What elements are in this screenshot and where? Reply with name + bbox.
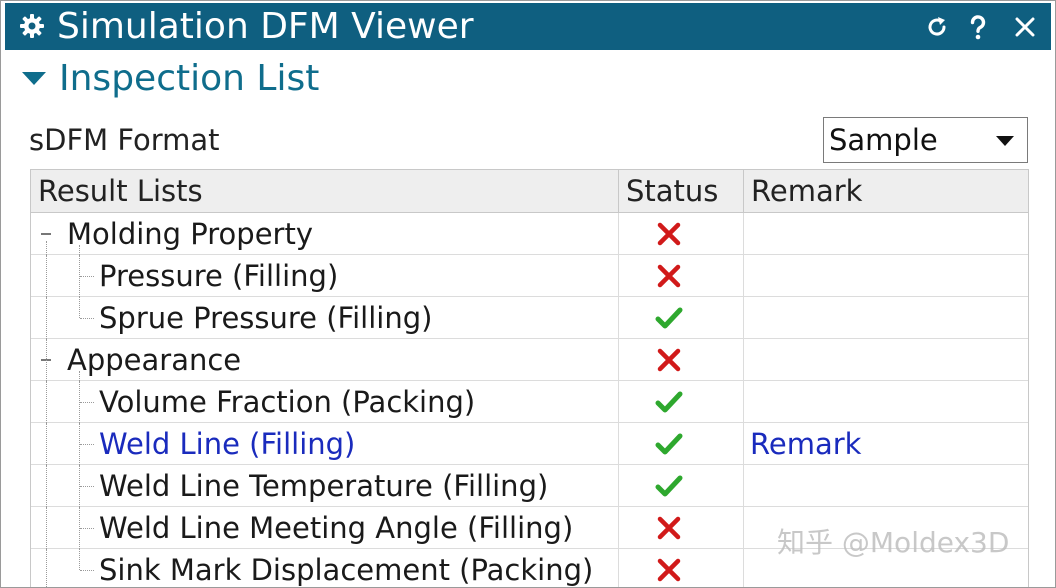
remark-cell: Remark <box>744 423 1028 464</box>
result-name-cell: Sprue Pressure (Filling) <box>31 297 619 339</box>
tree-line <box>46 549 47 587</box>
result-name-cell: Molding Property <box>31 213 619 255</box>
remark-cell <box>744 465 1028 506</box>
table-header: Result Lists Status Remark <box>31 170 1028 213</box>
cross-icon <box>657 516 681 540</box>
chevron-down-icon <box>996 136 1014 146</box>
reset-icon[interactable] <box>922 12 952 42</box>
tree-line <box>79 549 80 570</box>
result-name: Weld Line Meeting Angle (Filling) <box>99 511 574 545</box>
status-cell <box>619 381 744 422</box>
check-icon <box>655 475 683 497</box>
table-row[interactable]: Pressure (Filling) <box>31 255 1028 297</box>
tree-line <box>80 528 94 529</box>
result-name-cell: Weld Line Temperature (Filling) <box>31 465 619 507</box>
cross-icon <box>657 264 681 288</box>
remark-link[interactable]: Remark <box>750 423 861 465</box>
table-row[interactable]: Volume Fraction (Packing) <box>31 381 1028 423</box>
gear-icon <box>20 14 44 38</box>
result-name: Volume Fraction (Packing) <box>99 385 476 419</box>
result-name-cell: Appearance <box>31 339 619 381</box>
remark-cell <box>744 213 1028 254</box>
close-icon[interactable] <box>1010 12 1040 42</box>
status-cell <box>619 339 744 380</box>
check-icon <box>655 391 683 413</box>
table-row[interactable]: Weld Line (Filling) Remark <box>31 423 1028 465</box>
result-lists-table: Result Lists Status Remark Molding Prope… <box>30 169 1029 587</box>
inspection-list-header[interactable]: Inspection List <box>21 55 521 103</box>
result-name-link[interactable]: Weld Line (Filling) <box>99 423 355 465</box>
result-name: Sprue Pressure (Filling) <box>99 301 433 335</box>
cross-icon <box>657 222 681 246</box>
status-cell <box>619 549 744 587</box>
table-row[interactable]: Sprue Pressure (Filling) <box>31 297 1028 339</box>
result-name: Molding Property <box>67 217 314 251</box>
tree-line <box>80 444 94 445</box>
column-header-status[interactable]: Status <box>619 170 744 212</box>
section-title: Inspection List <box>59 58 320 99</box>
tree-line <box>79 297 80 318</box>
column-header-remark[interactable]: Remark <box>744 170 1028 212</box>
result-name: Sink Mark Displacement (Packing) <box>99 553 594 587</box>
sdfm-format-label: sDFM Format <box>29 123 220 157</box>
cross-icon <box>657 348 681 372</box>
tree-line <box>46 255 47 297</box>
tree-line <box>80 570 94 571</box>
table-row[interactable]: Molding Property <box>31 213 1028 255</box>
status-cell <box>619 255 744 296</box>
result-name: Weld Line Temperature (Filling) <box>99 469 549 503</box>
remark-cell <box>744 549 1028 587</box>
remark-cell <box>744 297 1028 338</box>
result-name: Pressure (Filling) <box>99 259 339 293</box>
status-cell <box>619 465 744 506</box>
remark-cell <box>744 339 1028 380</box>
status-cell <box>619 507 744 548</box>
help-icon[interactable] <box>963 12 993 42</box>
tree-line <box>46 423 47 465</box>
sdfm-format-value: Sample <box>829 123 938 157</box>
result-name-cell: Weld Line Meeting Angle (Filling) <box>31 507 619 549</box>
status-cell <box>619 213 744 254</box>
tree-line <box>46 241 47 255</box>
remark-cell <box>744 255 1028 296</box>
result-name: Appearance <box>67 343 242 377</box>
check-icon <box>655 307 683 329</box>
status-cell <box>619 423 744 464</box>
table-row[interactable]: Sink Mark Displacement (Packing) <box>31 549 1028 587</box>
collapse-minus-icon[interactable] <box>39 227 53 241</box>
tree-line <box>80 402 94 403</box>
result-name-cell: Pressure (Filling) <box>31 255 619 297</box>
tree-line <box>46 507 47 549</box>
title-bar: Simulation DFM Viewer <box>5 3 1051 50</box>
tree-line <box>46 381 47 423</box>
tree-line <box>46 465 47 507</box>
table-row[interactable]: Weld Line Temperature (Filling) <box>31 465 1028 507</box>
sdfm-format-dropdown[interactable]: Sample <box>823 117 1028 163</box>
remark-cell <box>744 381 1028 422</box>
column-header-result-lists[interactable]: Result Lists <box>31 170 619 212</box>
tree-line <box>46 297 47 339</box>
collapse-triangle-icon <box>22 72 46 85</box>
cross-icon <box>657 558 681 582</box>
tree-line <box>80 486 94 487</box>
window-title: Simulation DFM Viewer <box>57 6 474 47</box>
status-cell <box>619 297 744 338</box>
simulation-dfm-viewer-window: Simulation DFM Viewer Inspection List sD… <box>0 0 1056 588</box>
check-icon <box>655 433 683 455</box>
remark-cell <box>744 507 1028 548</box>
table-row[interactable]: Weld Line Meeting Angle (Filling) <box>31 507 1028 549</box>
tree-line <box>80 318 94 319</box>
tree-line <box>46 339 47 381</box>
result-name-cell: Volume Fraction (Packing) <box>31 381 619 423</box>
tree-line <box>80 276 94 277</box>
table-body: Molding Property Pressure (Filling) Sprue … <box>31 213 1028 587</box>
result-name-cell: Sink Mark Displacement (Packing) <box>31 549 619 587</box>
table-row[interactable]: Appearance <box>31 339 1028 381</box>
result-name-cell: Weld Line (Filling) <box>31 423 619 465</box>
